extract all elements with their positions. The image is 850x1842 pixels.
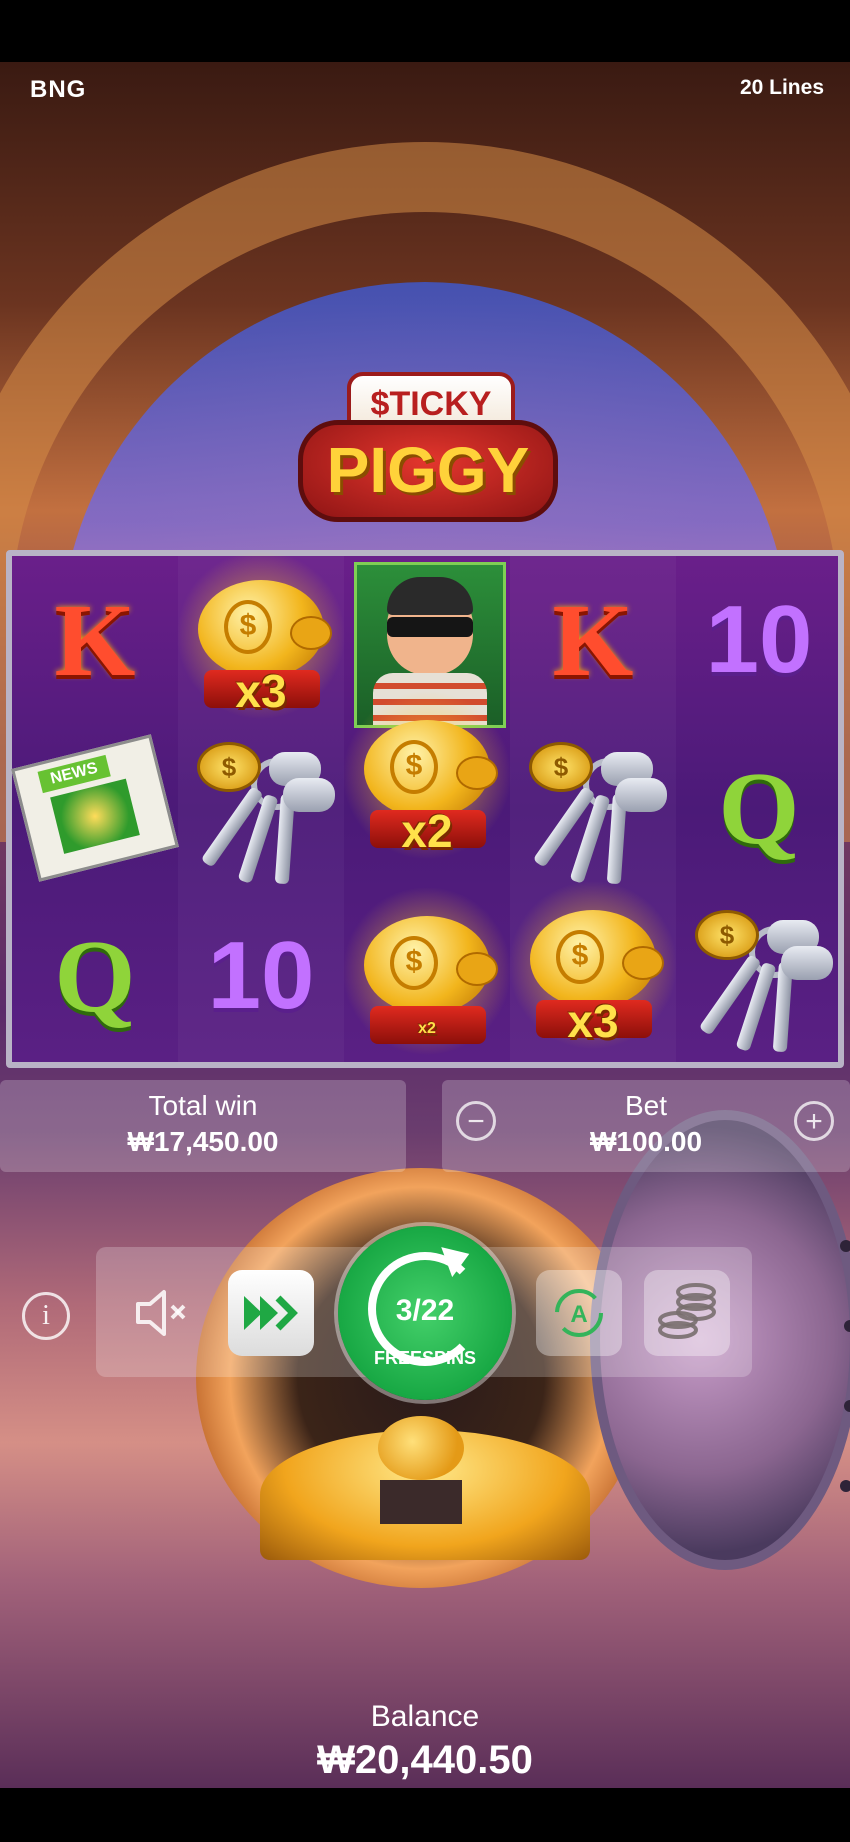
symbol-q: Q <box>12 892 178 1060</box>
symbol-letter: 10 <box>207 922 315 1029</box>
status-bar <box>0 0 850 62</box>
bet-value: ₩100.00 <box>589 1126 703 1157</box>
symbol-letter: 10 <box>705 586 813 693</box>
total-win-value: ₩17,450.00 <box>127 1126 279 1157</box>
total-win-label: Total win <box>148 1090 258 1121</box>
reel-5: 10 Q $ <box>676 556 842 1062</box>
keys-icon: $ <box>191 738 335 885</box>
symbol-letter: Q <box>718 750 800 866</box>
sound-toggle-button[interactable] <box>118 1270 204 1356</box>
coin-icon: $ <box>695 910 759 960</box>
symbol-q: Q <box>676 724 842 892</box>
coin-stack-icon <box>658 1283 716 1339</box>
piggy-multiplier: x3 <box>567 995 619 1047</box>
total-win-panel: Total win ₩17,450.00 <box>0 1080 406 1172</box>
newspaper-icon: NEWS <box>11 734 179 882</box>
symbol-piggy: $ x3 <box>176 550 346 724</box>
piggy-multiplier: x3 <box>235 665 287 717</box>
reel-grid: K NEWS Q $ x3 $ 10 $ x2 $ x2 K $ $ x3 10… <box>6 550 844 1068</box>
reel-1: K NEWS Q <box>11 556 179 1062</box>
balance-display: Balance ₩20,440.50 <box>0 1700 850 1783</box>
golden-pig-statue <box>378 1416 464 1480</box>
bet-increase-button[interactable]: + <box>794 1101 834 1141</box>
brand-label: BNG <box>30 76 87 103</box>
symbol-k: K <box>510 556 676 724</box>
newspaper-photo <box>50 778 140 854</box>
symbol-piggy: $ x2 <box>342 886 512 1060</box>
svg-text:A: A <box>570 1301 587 1328</box>
symbol-letter: K <box>552 582 634 698</box>
symbol-ten: 10 <box>676 556 842 724</box>
coin-icon: $ <box>197 742 261 792</box>
symbol-newspaper: NEWS <box>11 724 179 892</box>
symbol-letter: K <box>54 582 136 698</box>
bet-settings-button[interactable] <box>644 1270 730 1356</box>
autoplay-button[interactable]: A <box>536 1270 622 1356</box>
mute-icon <box>136 1290 186 1336</box>
autoplay-icon: A <box>555 1289 603 1337</box>
piggy-multiplier: x2 <box>401 805 453 857</box>
piggy-bank-icon: $ x2 <box>342 690 512 860</box>
logo-line-2: PIGGY <box>298 420 558 522</box>
bet-decrease-button[interactable]: − <box>456 1101 496 1141</box>
symbol-k: K <box>12 556 178 724</box>
info-button[interactable]: i <box>22 1292 70 1340</box>
fast-forward-icon <box>244 1295 298 1331</box>
navigation-bar <box>0 1788 850 1842</box>
symbol-keys: $ <box>510 724 676 892</box>
symbol-piggy: $ x2 <box>342 690 512 864</box>
freespins-count: 3/22 <box>395 1294 455 1327</box>
reel-2: $ x3 $ 10 <box>176 550 346 1062</box>
symbol-piggy: $ x3 <box>508 880 678 1054</box>
spin-button[interactable]: 3/22 FREESPINS <box>338 1226 512 1400</box>
turbo-button[interactable] <box>228 1270 314 1356</box>
symbol-keys: $ <box>676 892 842 1060</box>
keys-icon: $ <box>689 906 833 1053</box>
symbol-ten: 10 <box>178 892 344 1060</box>
bet-panel: Bet ₩100.00 <box>442 1080 850 1172</box>
bet-label: Bet <box>624 1090 668 1121</box>
balance-label: Balance <box>370 1700 480 1733</box>
paylines-label: 20 Lines <box>739 76 824 99</box>
pedestal <box>380 1480 462 1524</box>
game-logo: $TICKY PIGGY <box>292 372 560 532</box>
keys-icon: $ <box>523 738 667 885</box>
reel-3: $ x2 $ x2 <box>342 556 512 1062</box>
piggy-bank-icon: $ x3 <box>176 550 346 720</box>
piggy-multiplier: x2 <box>418 1020 436 1037</box>
piggy-bank-icon: $ x3 <box>508 880 678 1050</box>
piggy-bank-icon: $ x2 <box>342 886 512 1056</box>
coin-icon: $ <box>529 742 593 792</box>
reel-4: K $ $ x3 <box>508 556 678 1062</box>
freespins-label: FREESPINS <box>373 1348 477 1368</box>
symbol-keys: $ <box>178 724 344 892</box>
balance-value: ₩20,440.50 <box>317 1738 533 1782</box>
symbol-letter: Q <box>54 918 136 1034</box>
